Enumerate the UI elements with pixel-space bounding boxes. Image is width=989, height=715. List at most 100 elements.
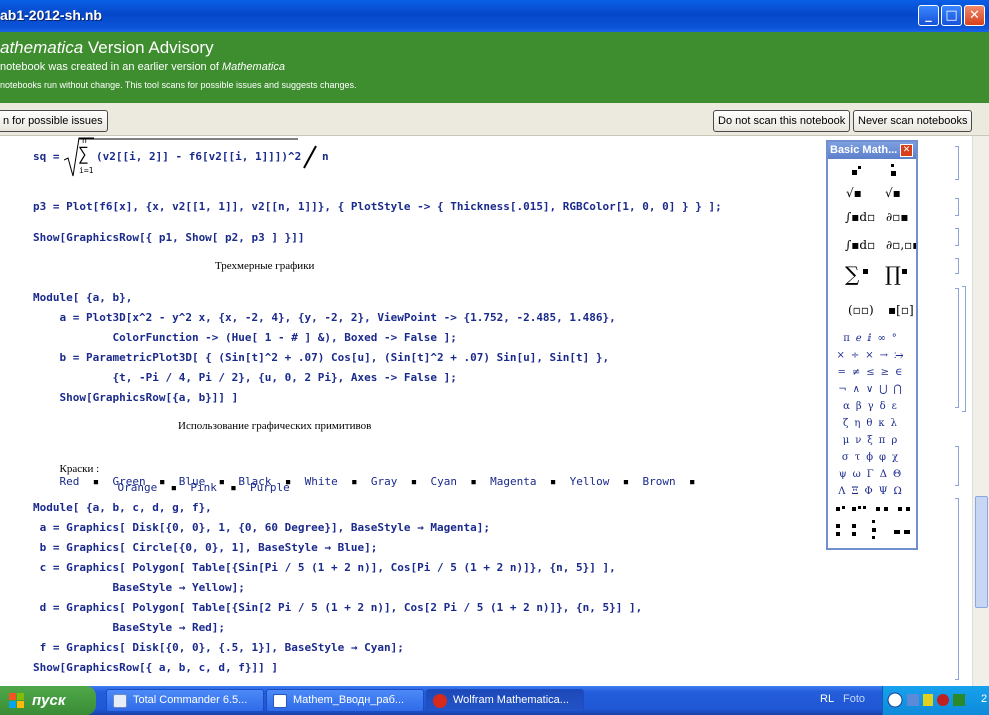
cell-bracket[interactable] (955, 446, 959, 486)
maximize-button[interactable]: □ (941, 5, 962, 26)
svg-text:∏: ∏ (885, 262, 901, 286)
show1-input[interactable]: Show[GraphicsRow[{ p1, Show[ p2, p3 ] }]… (33, 231, 305, 244)
palette-grid-buttons[interactable] (828, 502, 916, 546)
scrollbar-thumb[interactable] (975, 496, 988, 608)
palette-row[interactable]: αβγδε (834, 398, 912, 415)
palette-row[interactable]: ΛΞΦΨΩ (834, 483, 912, 500)
module2-line7[interactable]: BaseStyle → Red]; (33, 621, 225, 634)
sq-sum-body[interactable]: (v2[[i, 2]] - f6[v2[[i, 1]]])^2 (96, 150, 301, 163)
palette-row[interactable]: ψωΓΔΘ (834, 466, 912, 483)
foto-toolbar-label[interactable]: Foto (843, 693, 865, 705)
p3-input[interactable]: p3 = Plot[f6[x], {x, v2[[1, 1]], v2[[n, … (33, 200, 722, 213)
advisory-line2: notebooks run without change. This tool … (0, 80, 357, 90)
division-slash (303, 145, 317, 169)
advisory-line1: notebook was created in an earlier versi… (0, 61, 285, 73)
palette-row[interactable]: μνξπρ (834, 432, 912, 449)
svg-text:√▪: √▪ (885, 186, 901, 200)
palette-row[interactable]: ¬∧∨⋃⋂ (834, 381, 912, 398)
svg-text:▪[▫]: ▪[▫] (888, 303, 914, 317)
svg-text:∫▪d▫: ∫▪d▫ (845, 238, 875, 252)
module2-line9[interactable]: Show[GraphicsRow[{ a, b, c, d, f}]] ] (33, 661, 278, 674)
task-label: Wolfram Mathematica... (453, 694, 569, 706)
minimize-icon: _ (925, 8, 932, 23)
module2-line2[interactable]: a = Graphics[ Disk[{0, 0}, 1, {0, 60 Deg… (33, 521, 490, 534)
svg-text:(▫▫): (▫▫) (848, 303, 874, 317)
advisory-line1-text: notebook was created in an earlier versi… (0, 61, 222, 73)
windows-flag-icon (9, 693, 24, 708)
color-cyan[interactable]: Cyan (431, 475, 458, 488)
palette-titlebar[interactable]: Basic Math... ✕ (828, 142, 916, 159)
color-brown[interactable]: Brown (642, 475, 675, 488)
window-titlebar[interactable]: ab1-2012-sh.nb _ □ ✕ (0, 0, 989, 32)
minimize-button[interactable]: _ (918, 5, 939, 26)
svg-text:∂▫▪: ∂▫▪ (886, 210, 908, 224)
module1-line5[interactable]: {t, -Pi / 4, Pi / 2}, {u, 0, 2 Pi}, Axes… (33, 371, 456, 384)
color-orange[interactable]: Orange (118, 481, 158, 494)
module1-line2[interactable]: a = Plot3D[x^2 - y^2 x, {x, -2, 4}, {y, … (33, 311, 615, 324)
cell-bracket[interactable] (955, 198, 959, 216)
task-wolfram-mathematica[interactable]: Wolfram Mathematica... (426, 689, 584, 712)
cell-bracket[interactable] (955, 258, 959, 274)
palette-row[interactable]: στϕφχ (834, 449, 912, 466)
color-gray[interactable]: Gray (371, 475, 398, 488)
palette-row[interactable]: πℯⅈ∞° (834, 330, 912, 347)
palette-row[interactable]: =≠≤≥∈ (834, 364, 912, 381)
advisory-title: athematica Version Advisory (0, 38, 214, 58)
cell-bracket[interactable] (955, 498, 959, 680)
svg-text:√▪: √▪ (846, 186, 862, 200)
module1-line1[interactable]: Module[ {a, b}, (33, 291, 132, 304)
task-word-document[interactable]: Mathem_Вводн_раб... (266, 689, 424, 712)
do-not-scan-button[interactable]: Do not scan this notebook (713, 110, 851, 132)
module2-line3[interactable]: b = Graphics[ Circle[{0, 0}, 1], BaseSty… (33, 541, 378, 554)
module1-line4[interactable]: b = ParametricPlot3D[ { (Sin[t]^2 + .07)… (33, 351, 609, 364)
module2-line6[interactable]: d = Graphics[ Polygon[ Table[{Sin[2 Pi /… (33, 601, 643, 614)
module2-line1[interactable]: Module[ {a, b, c, d, g, f}, (33, 501, 212, 514)
color-white[interactable]: White (305, 475, 338, 488)
close-button[interactable]: ✕ (964, 5, 985, 26)
cell-bracket[interactable] (955, 146, 959, 180)
palette-template-buttons[interactable]: √▪ √▪ ∫▪d▫ ∂▫▪ ∫▪d▫ ∂▫,▫▪ ∑ ∏ (▫▫) ▪[▫] (828, 159, 916, 331)
start-button[interactable]: пуск (0, 686, 96, 715)
advisory-title-rest: Version Advisory (83, 38, 214, 57)
sum-lower-limit: i=1 (79, 166, 94, 175)
advisory-button-strip: n for possible issues Do not scan this n… (0, 103, 989, 136)
scan-for-issues-button[interactable]: n for possible issues (0, 110, 108, 132)
color-red[interactable]: Red (60, 475, 80, 488)
color-purple[interactable]: Purple (250, 481, 290, 494)
task-label: Mathem_Вводн_раб... (293, 694, 405, 706)
color-yellow[interactable]: Yellow (570, 475, 610, 488)
window-title: ab1-2012-sh.nb (0, 7, 102, 23)
module1-line6[interactable]: Show[GraphicsRow[{a, b}]] ] (33, 391, 238, 404)
svg-text:∑: ∑ (845, 262, 860, 286)
advisory-line1-italic: Mathematica (221, 61, 285, 73)
task-label: Total Commander 6.5... (133, 694, 248, 706)
language-indicator[interactable]: RL (820, 693, 834, 705)
module2-line8[interactable]: f = Graphics[ Disk[{0, 0}, {.5, 1}], Bas… (33, 641, 404, 654)
module2-line5[interactable]: BaseStyle → Yellow]; (33, 581, 244, 594)
color-pink[interactable]: Pink (190, 481, 217, 494)
module1-line3[interactable]: ColorFunction -> (Hue[ 1 - # ] &), Boxed… (33, 331, 456, 344)
vertical-scrollbar[interactable] (972, 136, 989, 686)
module2-line4[interactable]: c = Graphics[ Polygon[ Table[{Sin[Pi / 5… (33, 561, 616, 574)
system-tray: 2 (882, 686, 989, 715)
sum-symbol: ∑ (78, 144, 89, 165)
palette-greek-grid[interactable]: πℯⅈ∞° ×÷×→⧴ =≠≤≥∈ ¬∧∨⋃⋂ αβγδε ζηθκλ μνξπ… (834, 330, 912, 500)
task-total-commander[interactable]: Total Commander 6.5... (106, 689, 264, 712)
sq-divisor[interactable]: n (322, 150, 329, 163)
color-magenta[interactable]: Magenta (490, 475, 536, 488)
radical-bar (79, 138, 298, 140)
cell-bracket[interactable] (955, 288, 959, 408)
cell-bracket[interactable] (955, 228, 959, 246)
sq-assign[interactable]: sq = (33, 150, 66, 163)
version-advisory-banner: athematica Version Advisory notebook was… (0, 32, 989, 103)
windows-taskbar: пуск Total Commander 6.5... Mathem_Вводн… (0, 686, 989, 715)
svg-text:∂▫,▫▪: ∂▫,▫▪ (886, 238, 916, 252)
palette-row[interactable]: ζηθκλ (834, 415, 912, 432)
palette-row[interactable]: ×÷×→⧴ (834, 347, 912, 364)
basic-math-palette[interactable]: Basic Math... ✕ √▪ √▪ ∫▪d▫ ∂▫▪ ∫▪d▫ ∂▫,▫… (826, 140, 918, 550)
close-icon: ✕ (969, 8, 980, 23)
cell-group-bracket[interactable] (962, 286, 966, 412)
palette-title: Basic Math... (830, 144, 898, 156)
never-scan-button[interactable]: Never scan notebooks (853, 110, 973, 132)
palette-close-icon[interactable]: ✕ (900, 144, 913, 157)
